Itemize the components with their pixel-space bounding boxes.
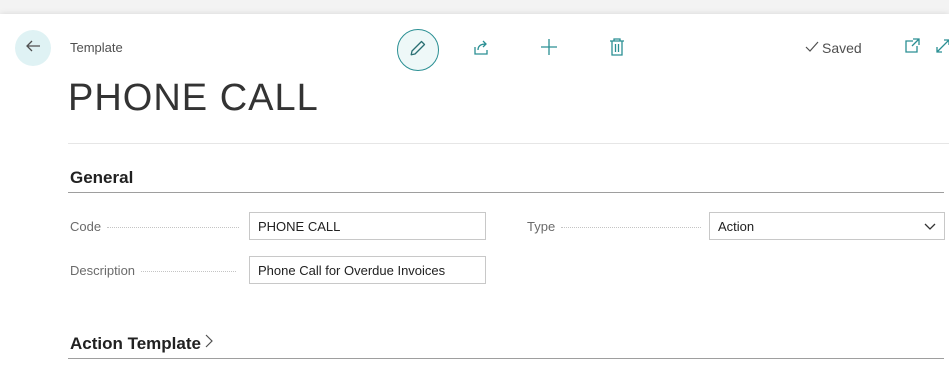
description-label-text: Description <box>70 263 136 278</box>
label-dots <box>107 226 240 228</box>
chevron-down-icon <box>924 220 936 235</box>
section-action-template-title: Action Template <box>70 333 201 353</box>
plus-icon <box>540 38 558 61</box>
trash-icon <box>609 37 625 61</box>
expand-icon <box>935 38 949 58</box>
description-label-row: Description <box>70 263 237 278</box>
open-in-new-window-button[interactable] <box>902 37 922 59</box>
type-label-text: Type <box>527 219 556 234</box>
section-general-divider <box>68 192 944 193</box>
pencil-icon <box>409 39 427 62</box>
record-card <box>0 14 949 385</box>
page-caption: Template <box>70 40 123 55</box>
section-action-template[interactable]: Action Template <box>70 333 214 354</box>
code-input[interactable]: PHONE CALL <box>249 212 486 240</box>
label-dots <box>561 226 702 228</box>
header-divider <box>68 143 949 144</box>
share-button[interactable] <box>470 39 492 61</box>
checkmark-icon <box>805 40 819 56</box>
description-input[interactable]: Phone Call for Overdue Invoices <box>249 256 486 284</box>
share-icon <box>472 39 490 62</box>
label-dots <box>141 270 237 272</box>
open-in-new-window-icon <box>904 37 920 59</box>
new-button[interactable] <box>538 38 560 60</box>
type-label: Type <box>527 219 702 234</box>
saved-status: Saved <box>805 40 862 56</box>
arrow-left-icon <box>24 37 42 60</box>
saved-label: Saved <box>822 40 862 56</box>
chevron-right-icon <box>204 333 214 354</box>
expand-button[interactable] <box>935 38 949 58</box>
delete-button[interactable] <box>606 37 628 61</box>
page-title: PHONE CALL <box>68 77 319 119</box>
section-general-title[interactable]: General <box>70 168 133 188</box>
code-label: Code <box>70 219 240 234</box>
back-button[interactable] <box>15 30 51 66</box>
code-label-text: Code <box>70 219 102 234</box>
edit-button[interactable] <box>397 29 439 71</box>
type-select-value: Action <box>718 218 755 234</box>
section-action-template-divider <box>68 358 944 359</box>
type-select[interactable]: Action <box>709 212 945 240</box>
